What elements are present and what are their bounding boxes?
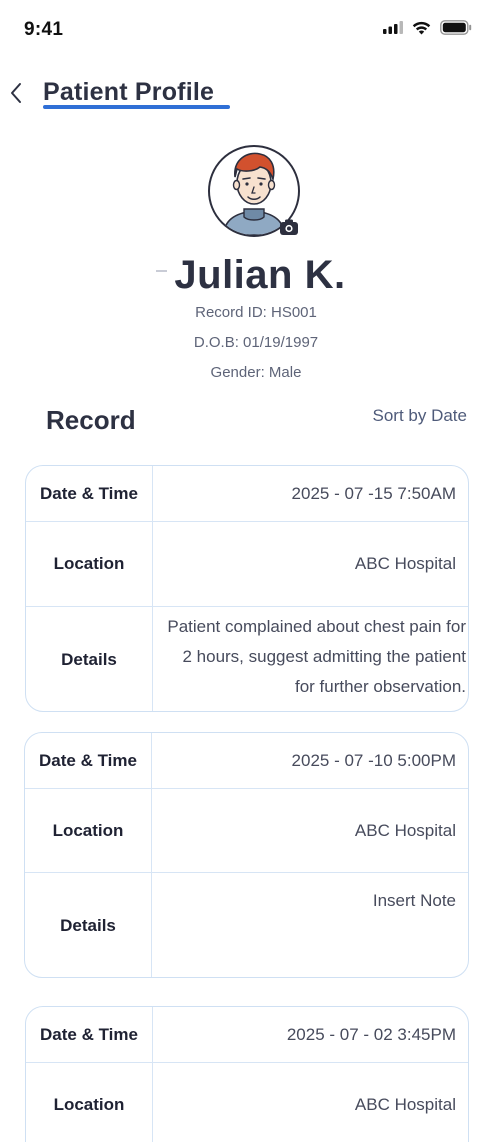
record-card[interactable]: Date & Time 2025 - 07 - 02 3:45PM Locati…: [25, 1006, 469, 1142]
details-label: Details: [25, 873, 152, 977]
avatar[interactable]: [208, 145, 302, 239]
page-title: Patient Profile: [43, 78, 215, 106]
record-id: Record ID: HS001: [195, 304, 317, 321]
back-arrow-icon: [11, 83, 21, 103]
record-row-location: Location ABC Hospital: [26, 1063, 468, 1142]
record-row-date-time: Date & Time 2025 - 07 - 02 3:45PM: [26, 1007, 468, 1063]
wifi-icon: [412, 21, 431, 34]
location-value: ABC Hospital: [354, 1095, 456, 1114]
location-label: Location: [25, 789, 152, 872]
signal-icon: [383, 21, 403, 34]
patient-name: Julian K.: [174, 253, 346, 297]
section-title: Record: [46, 405, 136, 435]
date-time-value: 2025 - 07 -15 7:50AM: [291, 483, 456, 503]
gender: Gender: Male: [210, 364, 302, 381]
date-time-label: Date & Time: [25, 733, 152, 788]
status-bar: 9:41: [0, 0, 494, 60]
sort-by-date-button[interactable]: Sort by Date: [373, 406, 468, 426]
record-row-details: Details Patient complained about chest p…: [26, 607, 468, 711]
details-note-input[interactable]: Insert Note: [152, 873, 468, 977]
header: Patient Profile: [0, 72, 494, 116]
details-label: Details: [26, 607, 153, 711]
location-value: ABC Hospital: [354, 820, 456, 840]
date-time-value: 2025 - 07 -10 5:00PM: [291, 750, 456, 770]
date-time-value: 2025 - 07 - 02 3:45PM: [286, 1024, 456, 1044]
back-button[interactable]: [2, 78, 30, 108]
record-row-location: Location ABC Hospital: [26, 522, 468, 607]
battery-icon: [440, 20, 472, 35]
details-value: Patient complained about chest pain for …: [167, 617, 466, 696]
status-icons: [383, 20, 472, 35]
record-card[interactable]: Date & Time 2025 - 07 -10 5:00PM Locatio…: [24, 732, 469, 978]
date-time-label: Date & Time: [26, 1007, 153, 1062]
record-row-location: Location ABC Hospital: [25, 789, 468, 873]
record-row-details: Details Insert Note: [25, 873, 468, 977]
status-time: 9:41: [24, 19, 64, 40]
camera-icon[interactable]: [279, 218, 299, 236]
title-underline: [43, 105, 230, 109]
date-time-label: Date & Time: [26, 466, 153, 521]
record-row-date-time: Date & Time 2025 - 07 -10 5:00PM: [25, 733, 468, 789]
record-card[interactable]: Date & Time 2025 - 07 -15 7:50AM Locatio…: [25, 465, 469, 712]
record-row-date-time: Date & Time 2025 - 07 -15 7:50AM: [26, 466, 468, 522]
location-label: Location: [26, 522, 153, 606]
date-of-birth: D.O.B: 01/19/1997: [193, 334, 319, 351]
location-label: Location: [26, 1063, 153, 1142]
location-value: ABC Hospital: [354, 554, 456, 573]
